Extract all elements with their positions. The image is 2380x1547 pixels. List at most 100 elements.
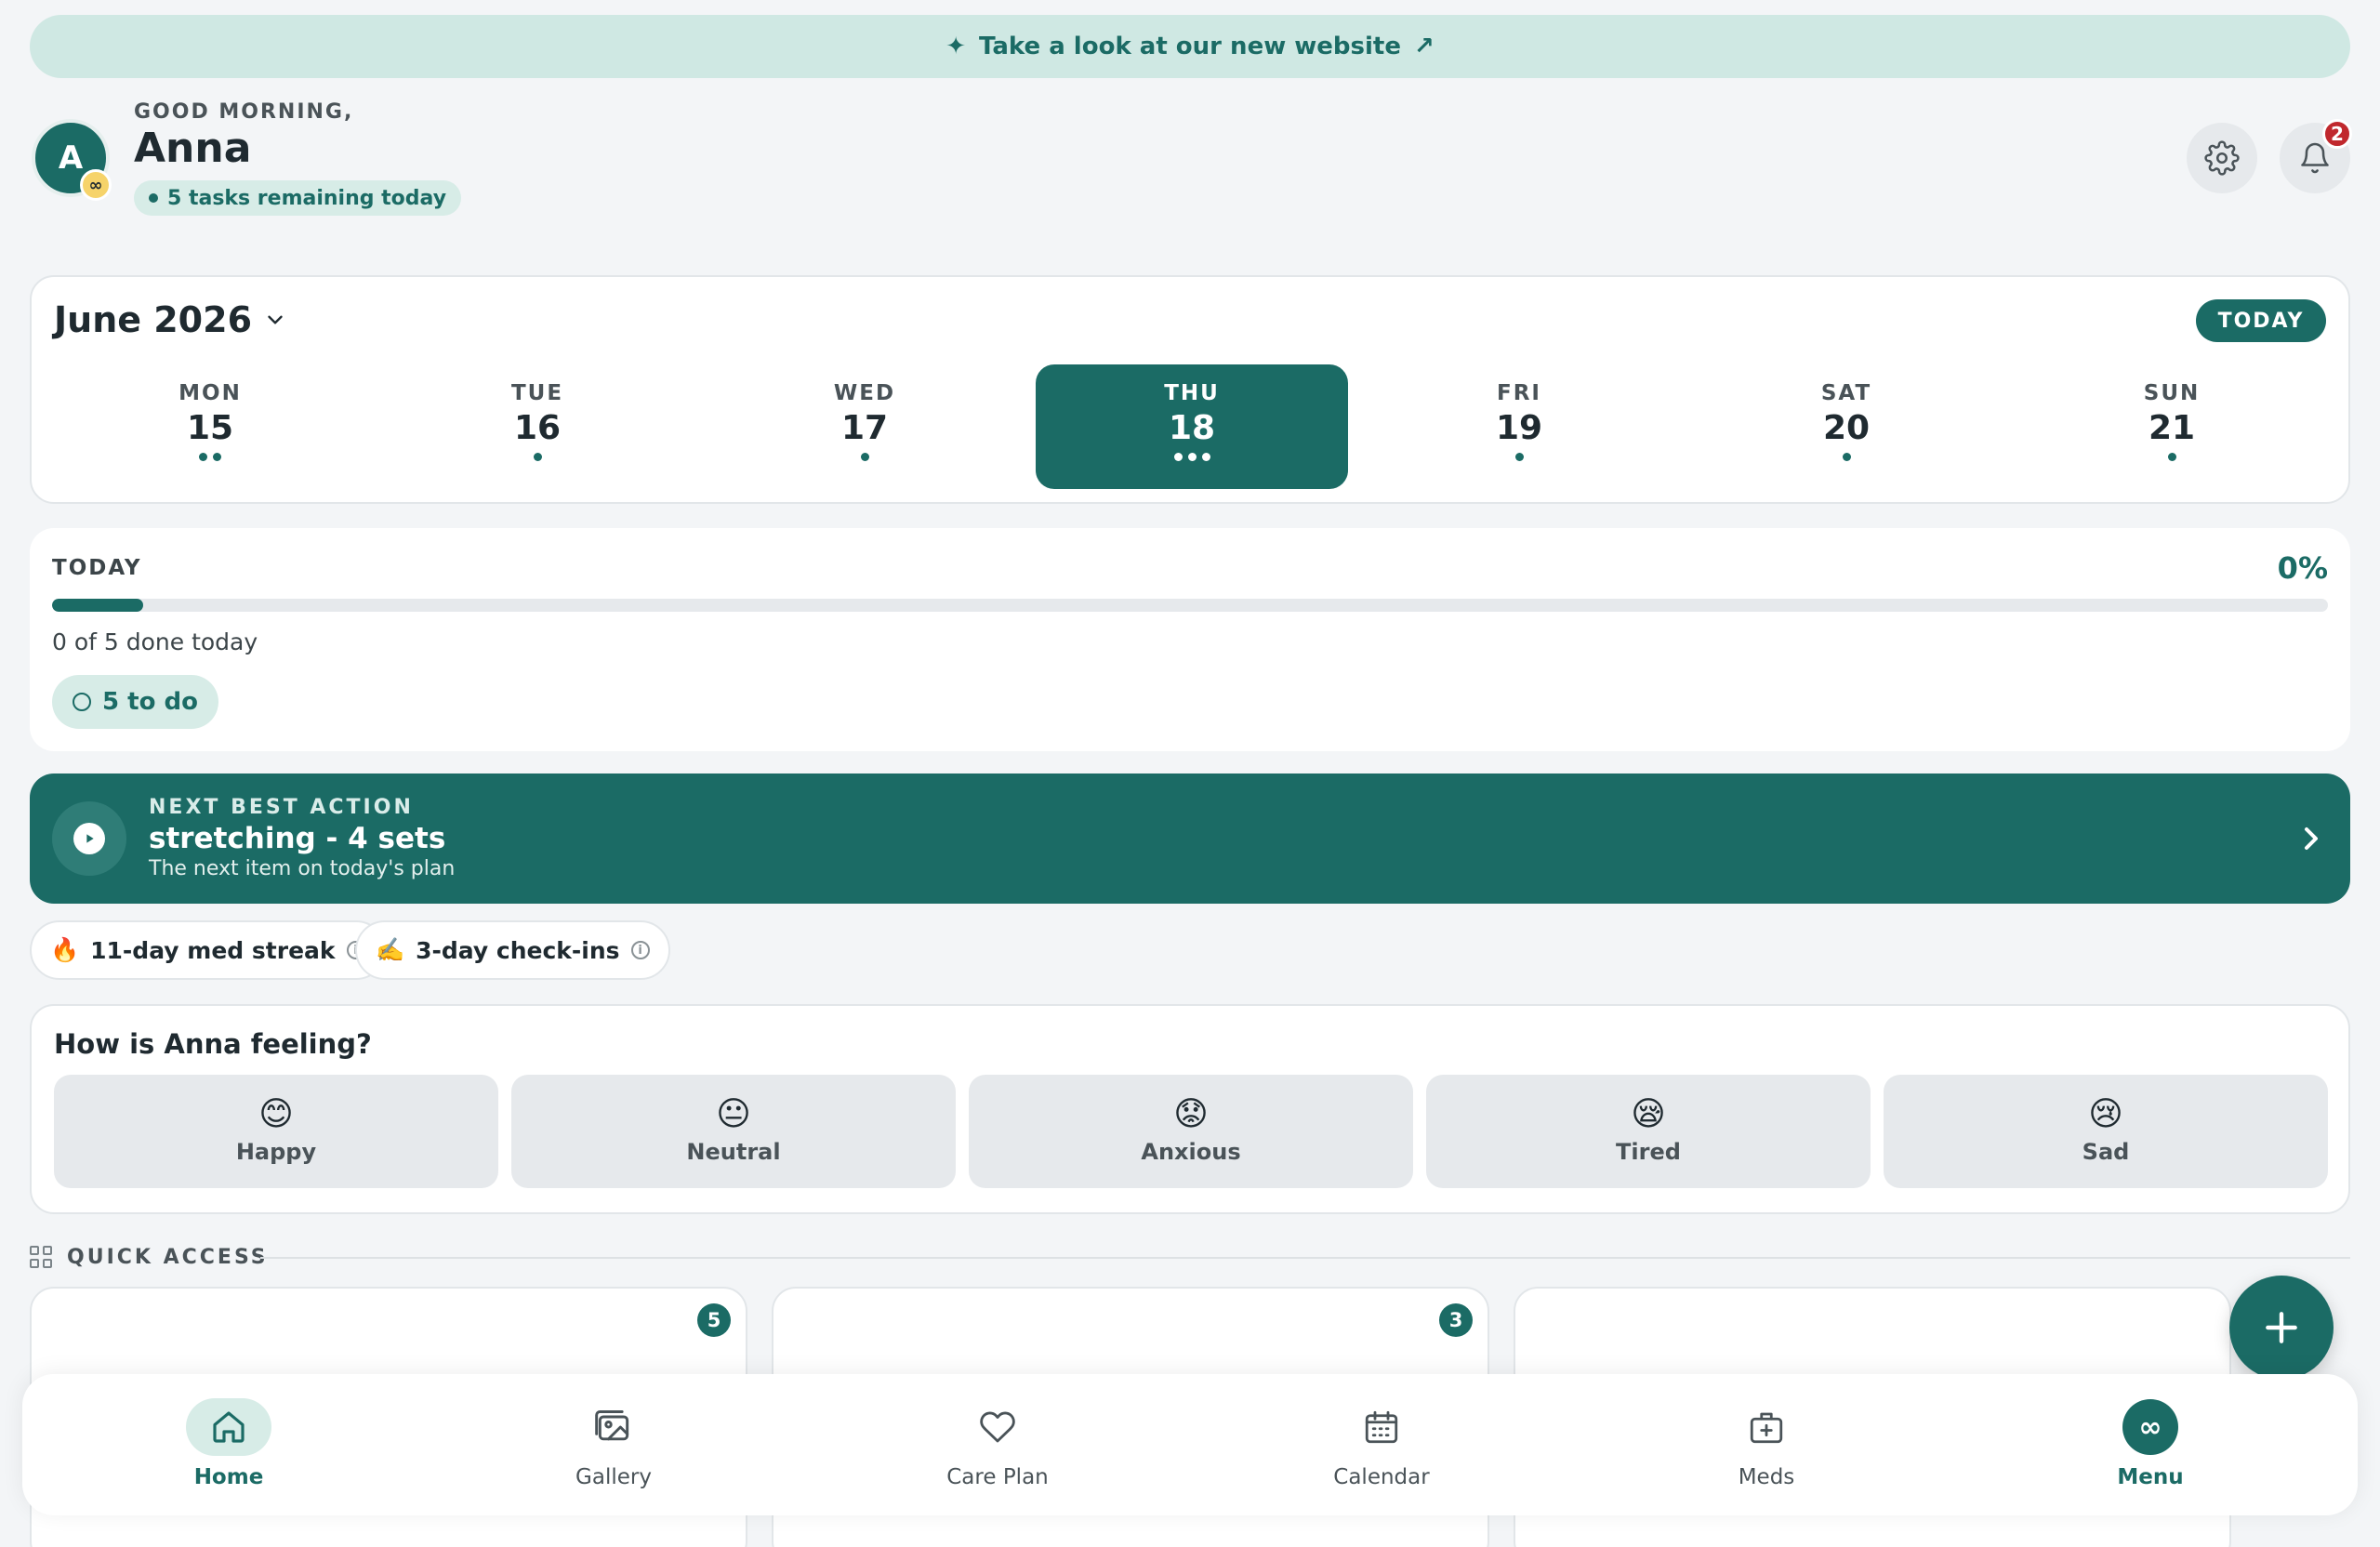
mood-option-anxious[interactable]: 😟 Anxious: [969, 1075, 1413, 1188]
nav-calendar[interactable]: Calendar: [1289, 1398, 1474, 1501]
calendar-icon: [1365, 1410, 1398, 1444]
day-number: 15: [186, 409, 234, 447]
plus-icon: [2266, 1312, 2297, 1343]
neutral-face-icon: 😐: [716, 1095, 751, 1133]
mood-option-sad[interactable]: 😢 Sad: [1884, 1075, 2328, 1188]
calendar-day-wed[interactable]: WED 17: [708, 364, 1021, 489]
gear-icon: [2204, 140, 2240, 176]
next-best-action-kicker: NEXT BEST ACTION: [149, 796, 414, 819]
day-name: SAT: [1820, 381, 1872, 405]
tasks-remaining-pill: 5 tasks remaining today: [134, 180, 462, 216]
day-name: WED: [833, 381, 896, 405]
event-dot: [1173, 453, 1183, 461]
calendar-day-thu[interactable]: THU 18: [1036, 364, 1348, 489]
divider: [260, 1257, 2350, 1259]
mood-option-tired[interactable]: 😪 Tired: [1426, 1075, 1871, 1188]
today-label: TODAY: [52, 556, 142, 580]
event-dots: [860, 453, 869, 461]
mood-label: Neutral: [686, 1139, 781, 1165]
circle-outline-icon: [73, 693, 91, 711]
anxious-face-icon: 😟: [1173, 1095, 1209, 1133]
event-dot: [1187, 453, 1197, 461]
today-button[interactable]: TODAY: [2196, 299, 2326, 342]
day-number: 21: [2148, 409, 2196, 447]
greeting-text: GOOD MORNING,: [134, 100, 354, 124]
mood-question: How is Anna feeling?: [54, 1028, 372, 1060]
gallery-icon: [595, 1410, 629, 1441]
next-best-action-subtitle: The next item on today's plan: [149, 857, 456, 880]
day-name: MON: [178, 381, 242, 405]
mood-label: Anxious: [1141, 1139, 1241, 1165]
writing-hand-icon: ✍️: [376, 936, 405, 963]
calendar-day-sun[interactable]: SUN 21: [2016, 364, 2328, 489]
nav-home[interactable]: Home: [136, 1398, 322, 1501]
nav-meds[interactable]: Meds: [1673, 1398, 1859, 1501]
nav-care-plan[interactable]: Care Plan: [905, 1398, 1091, 1501]
grid-icon: [30, 1246, 52, 1268]
calendar-day-fri[interactable]: FRI 19: [1363, 364, 1675, 489]
medkit-icon: [1750, 1412, 1783, 1444]
event-dot: [1514, 453, 1524, 461]
event-dots: [1842, 453, 1851, 461]
event-dot: [2167, 453, 2176, 461]
month-selector[interactable]: June 2026: [54, 299, 287, 340]
event-dots: [2167, 453, 2176, 461]
settings-button[interactable]: [2187, 123, 2257, 193]
calendar-day-tue[interactable]: TUE 16: [381, 364, 694, 489]
day-name: SUN: [2143, 381, 2201, 405]
calendar-day-sat[interactable]: SAT 20: [1690, 364, 2003, 489]
count-badge: 5: [697, 1303, 731, 1337]
bottom-navigation: [22, 1374, 2358, 1515]
play-icon: [73, 823, 105, 854]
home-icon: [213, 1411, 245, 1443]
chevron-down-icon: [268, 315, 283, 324]
infinity-icon: ∞: [2122, 1399, 2178, 1455]
play-button[interactable]: [52, 801, 126, 876]
day-number: 17: [840, 409, 889, 447]
mood-label: Happy: [235, 1139, 317, 1165]
chevron-right-icon: [2305, 827, 2318, 850]
day-number: 19: [1495, 409, 1543, 447]
med-streak-pill[interactable]: 🔥 11-day med streak i: [30, 920, 386, 980]
event-dot: [533, 453, 542, 461]
notification-count-badge: 2: [2322, 119, 2352, 149]
status-dot-icon: [149, 193, 158, 203]
event-dot: [1842, 453, 1851, 461]
bell-icon: [2301, 142, 2329, 174]
mood-option-happy[interactable]: 😊 Happy: [54, 1075, 498, 1188]
progress-bar-fill: [52, 599, 143, 612]
next-best-action-title: stretching - 4 sets: [149, 822, 446, 855]
nav-menu[interactable]: ∞ Menu: [2057, 1398, 2243, 1501]
mood-label: Sad: [2082, 1139, 2130, 1165]
mood-option-neutral[interactable]: 😐 Neutral: [511, 1075, 956, 1188]
progress-bar: [52, 599, 2328, 612]
calendar-day-mon[interactable]: MON 15: [54, 364, 366, 489]
day-name: THU: [1164, 381, 1220, 405]
nav-gallery[interactable]: Gallery: [521, 1398, 707, 1501]
banner-text: Take a look at our new website: [979, 33, 1401, 60]
day-name: TUE: [510, 381, 564, 405]
external-arrow-icon: ↗: [1413, 33, 1435, 60]
mood-label: Tired: [1616, 1139, 1681, 1165]
day-number: 16: [513, 409, 562, 447]
fire-icon: 🔥: [50, 936, 80, 963]
website-banner[interactable]: ✦ Take a look at our new website ↗: [30, 15, 2350, 78]
event-dot: [1201, 453, 1210, 461]
quick-access-label: QUICK ACCESS: [67, 1246, 269, 1269]
check-ins-streak-pill[interactable]: ✍️ 3-day check-ins i: [355, 920, 670, 980]
event-dot: [199, 453, 207, 461]
day-number: 18: [1168, 409, 1216, 447]
day-name: FRI: [1497, 381, 1541, 405]
progress-summary: 0 of 5 done today: [52, 628, 258, 655]
heart-icon: [980, 1411, 1015, 1443]
to-do-filter-pill[interactable]: 5 to do: [52, 675, 218, 729]
user-name: Anna: [134, 125, 252, 172]
sad-face-icon: 😢: [2088, 1095, 2123, 1133]
info-icon[interactable]: i: [630, 941, 650, 959]
event-dot: [213, 453, 221, 461]
event-dots: [199, 453, 221, 461]
add-button[interactable]: [2229, 1276, 2334, 1380]
sparkle-icon: ✦: [945, 33, 966, 60]
avatar-infinity-badge: ∞: [80, 169, 112, 201]
event-dots: [533, 453, 542, 461]
